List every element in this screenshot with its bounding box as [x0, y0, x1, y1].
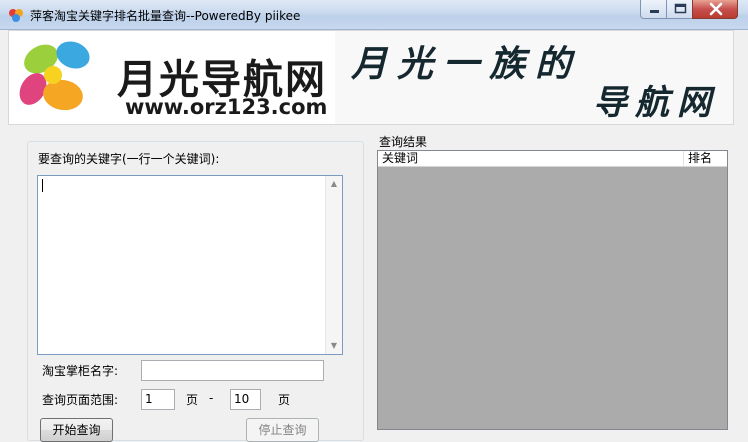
banner-ad[interactable]: 月光导航网 www.orz123.com 月光一族的 导航网: [8, 30, 734, 125]
scroll-up-icon[interactable]: ▲: [326, 176, 342, 192]
close-button[interactable]: [692, 0, 738, 19]
calligraphy-line-2: 导航网: [593, 83, 719, 123]
page-from-input[interactable]: 1: [141, 389, 175, 410]
window-title: 萍客淘宝关键字排名批量查询--PoweredBy piikee: [30, 9, 301, 23]
calligraphy-line-1: 月光一族的: [351, 43, 582, 85]
results-list-header: 关键词 排名: [378, 151, 727, 167]
stop-query-button[interactable]: 停止查询: [246, 418, 319, 442]
page-range-label: 查询页面范围:: [42, 393, 119, 407]
results-label: 查询结果: [379, 135, 428, 149]
flower-logo-icon: [19, 41, 90, 111]
start-query-button[interactable]: 开始查询: [40, 418, 113, 442]
minimize-button[interactable]: [640, 0, 667, 19]
column-header-rank[interactable]: 排名: [685, 151, 727, 166]
range-separator: -: [209, 391, 214, 405]
maximize-button[interactable]: [666, 0, 693, 19]
page-unit-label-2: 页: [278, 393, 291, 407]
column-header-keyword[interactable]: 关键词: [378, 151, 684, 166]
title-bar[interactable]: 萍客淘宝关键字排名批量查询--PoweredBy piikee: [0, 0, 748, 30]
keywords-scrollbar[interactable]: ▲ ▼: [325, 176, 342, 354]
keywords-label: 要查询的关键字(一行一个关键词):: [38, 152, 220, 166]
text-caret: [42, 179, 43, 192]
page-unit-label: 页: [186, 393, 199, 407]
results-list[interactable]: 关键词 排名: [377, 150, 728, 430]
keywords-textarea[interactable]: ▲ ▼: [37, 175, 343, 355]
close-icon: [709, 2, 723, 16]
app-window: 萍客淘宝关键字排名批量查询--PoweredBy piikee 月光导航网 ww…: [0, 0, 748, 442]
shop-name-label: 淘宝掌柜名字:: [42, 364, 119, 378]
shop-name-input[interactable]: [141, 360, 324, 381]
scroll-down-icon[interactable]: ▼: [326, 338, 342, 354]
calligraphy-panel: 月光一族的 导航网: [335, 31, 733, 124]
brand-url: www.orz123.com: [125, 95, 328, 119]
page-to-input[interactable]: 10: [230, 389, 261, 410]
app-logo-icon: [9, 9, 23, 22]
maximize-icon: [674, 3, 687, 14]
minimize-icon: [650, 10, 659, 13]
